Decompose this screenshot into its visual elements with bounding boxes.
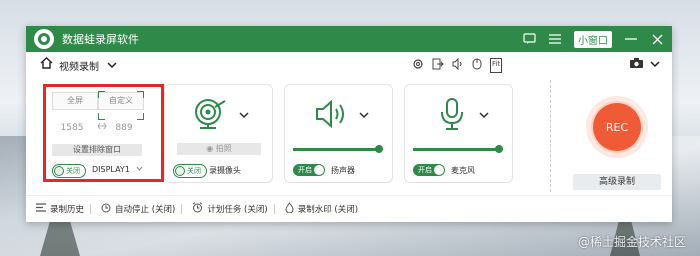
separator [181, 204, 183, 214]
app-logo-icon [34, 29, 54, 49]
alarm-clock-icon [192, 202, 203, 216]
message-icon[interactable] [522, 32, 536, 46]
settings-icon[interactable] [412, 58, 424, 73]
rec-button[interactable]: REC [593, 103, 641, 151]
chevron-down-icon[interactable] [359, 109, 369, 122]
close-icon[interactable] [650, 32, 664, 46]
camera-icon: ◉ [206, 144, 216, 153]
speaker-volume-slider[interactable] [293, 145, 383, 153]
slider-fill [413, 148, 499, 151]
chevron-down-icon[interactable] [650, 57, 660, 73]
highlight-box [43, 84, 164, 182]
home-icon[interactable] [40, 57, 53, 73]
microphone-panel: 开启 麦克风 [404, 84, 513, 183]
desktop-watermark: @稀土掘金技术社区 [577, 235, 686, 249]
snapshot-button[interactable]: ◉ 拍照 [177, 143, 261, 155]
microphone-icon [437, 97, 467, 134]
speaker-panel: 开启 扬声器 [284, 84, 393, 183]
toggle-label: 开启 [298, 166, 312, 174]
slider-knob[interactable] [494, 145, 503, 153]
schedule-link[interactable]: 计划任务 (关闭) [192, 202, 268, 216]
divider [550, 80, 551, 192]
chevron-down-icon[interactable] [479, 109, 489, 122]
auto-stop-link[interactable]: 自动停止 (关闭) [101, 203, 175, 216]
mic-label: 麦克风 [451, 166, 475, 175]
chevron-down-icon[interactable] [239, 109, 249, 122]
fit-icon[interactable]: Fit [490, 58, 503, 73]
mic-toggle[interactable]: 开启 [413, 164, 445, 176]
mic-volume-slider[interactable] [413, 145, 503, 153]
auto-stop-label: 自动停止 (关闭) [115, 205, 176, 215]
slider-knob[interactable] [374, 145, 383, 153]
separator [273, 204, 275, 214]
toggle-label: 开启 [418, 166, 432, 174]
clock-icon [101, 203, 111, 216]
speaker-icon[interactable] [452, 57, 464, 73]
speaker-toggle[interactable]: 开启 [293, 164, 325, 176]
status-bar: 录制历史 自动停止 (关闭) 计划任务 (关闭) 录制水印 (关闭) [26, 195, 672, 222]
title-bar: 数据蛙录屏软件 小窗口 [26, 26, 672, 52]
app-window: 数据蛙录屏软件 小窗口 视频录制 Fit 全屏 自定义 1585 889 设置排… [26, 26, 672, 222]
advanced-record-button[interactable]: 高级录制 [573, 174, 661, 190]
webcam-icon [193, 97, 227, 134]
speaker-volume-icon [315, 99, 349, 132]
export-icon[interactable] [432, 58, 444, 73]
camera-panel: ◉ 拍照 关闭 录摄像头 [164, 84, 273, 183]
camera-toggle[interactable]: 关闭 [173, 164, 207, 178]
app-title: 数据蛙录屏软件 [62, 33, 139, 46]
history-label: 录制历史 [50, 205, 85, 215]
screenshot-camera-icon[interactable] [629, 57, 644, 73]
record-mode-label[interactable]: 视频录制 [59, 58, 99, 73]
history-link[interactable]: 录制历史 [36, 203, 84, 215]
separator [90, 204, 92, 214]
toggle-label: 关闭 [187, 167, 201, 175]
slider-fill [293, 148, 379, 151]
chevron-down-icon[interactable] [107, 59, 117, 72]
droplet-icon [285, 202, 294, 216]
schedule-label: 计划任务 (关闭) [207, 205, 268, 215]
camera-label: 录摄像头 [209, 166, 241, 175]
speaker-label: 扬声器 [331, 166, 355, 175]
rec-button-ring: REC [586, 96, 648, 158]
mini-window-button[interactable]: 小窗口 [574, 30, 612, 48]
watermark-label: 录制水印 (关闭) [297, 205, 359, 215]
watermark-link[interactable]: 录制水印 (关闭) [285, 202, 358, 216]
mouse-icon[interactable] [472, 58, 482, 73]
menu-icon[interactable] [548, 32, 562, 46]
minimize-icon[interactable] [624, 32, 638, 46]
list-icon [36, 203, 46, 215]
snapshot-label: 拍照 [215, 144, 232, 153]
mode-toolbar: 视频录制 Fit [26, 52, 672, 78]
